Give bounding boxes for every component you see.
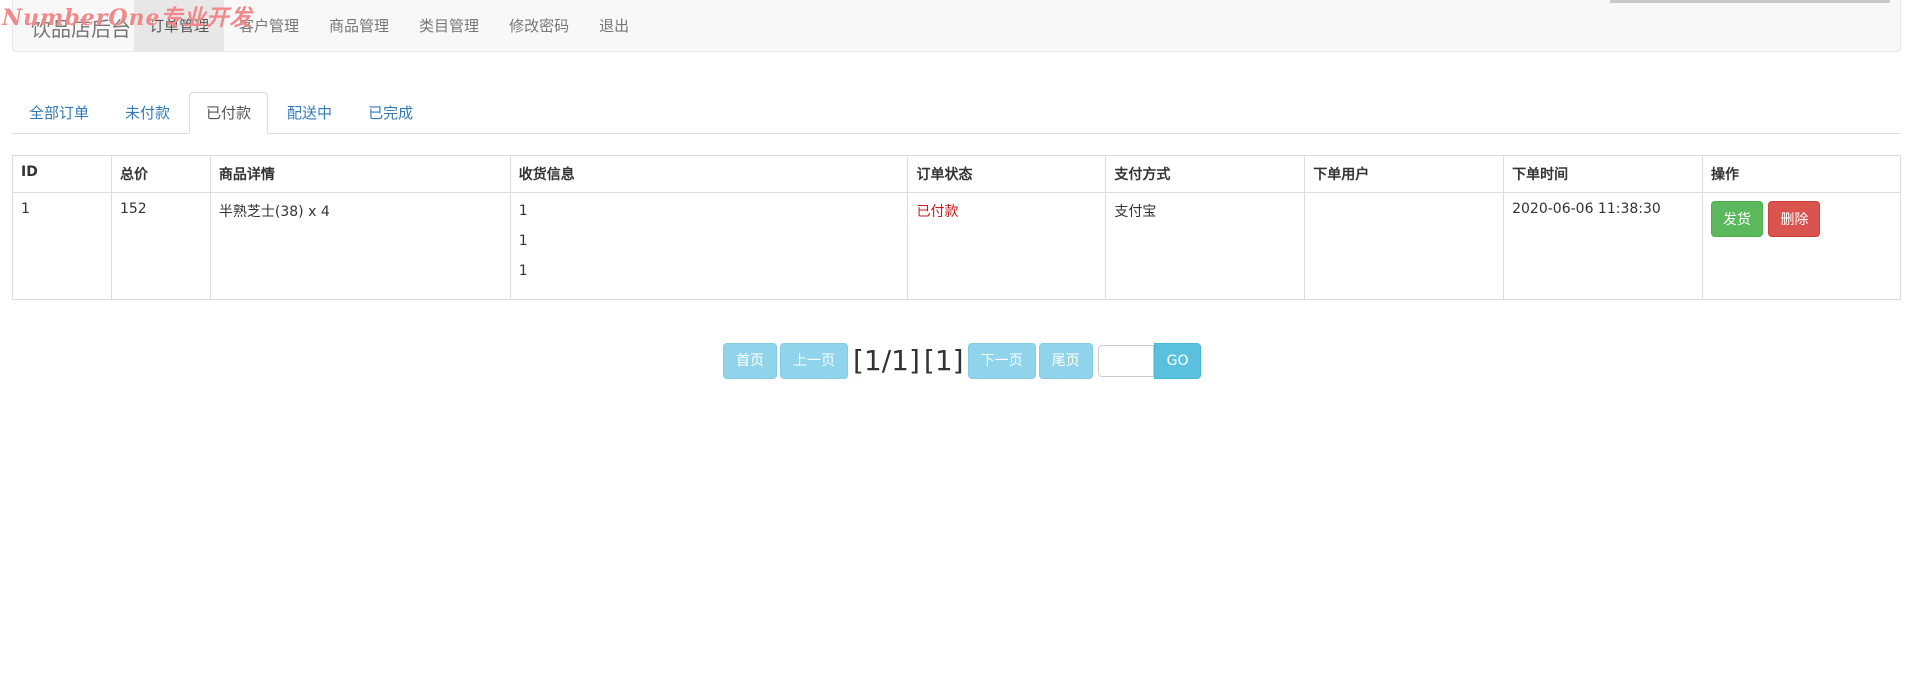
address-line: 1 xyxy=(518,203,528,219)
first-page-button[interactable]: 首页 xyxy=(723,343,777,379)
table-header-row: ID 总价 商品详情 收货信息 订单状态 支付方式 下单用户 下单时间 操作 xyxy=(12,155,1901,193)
prev-page-button[interactable]: 上一页 xyxy=(780,343,848,379)
cell-total: 152 xyxy=(110,192,211,300)
watermark: NumberOne专业开发 xyxy=(2,5,253,31)
nav-item-logout[interactable]: 退出 xyxy=(584,0,644,52)
cell-id: 1 xyxy=(12,192,112,300)
ship-button[interactable]: 发货 xyxy=(1711,201,1764,237)
top-navbar: 饮品店后台 订单管理 客户管理 商品管理 类目管理 修改密码 退出 xyxy=(12,0,1901,52)
orders-table: ID 总价 商品详情 收货信息 订单状态 支付方式 下单用户 下单时间 操作 1… xyxy=(12,155,1901,300)
status-badge: 已付款 xyxy=(916,204,959,220)
column-header-user: 下单用户 xyxy=(1304,155,1505,193)
nav-item-products[interactable]: 商品管理 xyxy=(314,0,404,52)
cell-address: 1 1 1 xyxy=(509,192,909,300)
page-number-input[interactable] xyxy=(1097,345,1154,377)
cell-user xyxy=(1304,192,1505,300)
nav-item-categories[interactable]: 类目管理 xyxy=(404,0,494,52)
cell-time: 2020-06-06 11:38:30 xyxy=(1503,192,1704,300)
cell-payment: 支付宝 xyxy=(1105,192,1306,300)
cell-detail: 半熟芝士(38) x 4 xyxy=(209,192,511,300)
column-header-payment: 支付方式 xyxy=(1105,155,1306,193)
column-header-total: 总价 xyxy=(110,155,211,193)
column-header-address: 收货信息 xyxy=(509,155,909,193)
pagination: 首页 上一页 [1/1] [1] 下一页 尾页 GO xyxy=(723,343,1202,379)
navbar-top-strip xyxy=(1610,0,1890,3)
column-header-id: ID xyxy=(12,155,112,193)
column-header-status: 订单状态 xyxy=(907,155,1107,193)
tab-delivering[interactable]: 配送中 xyxy=(270,92,349,133)
cell-actions: 发货 删除 xyxy=(1702,192,1901,300)
tab-completed[interactable]: 已完成 xyxy=(351,92,430,133)
next-page-button[interactable]: 下一页 xyxy=(967,343,1036,379)
address-line: 1 xyxy=(518,263,528,279)
tab-paid[interactable]: 已付款 xyxy=(189,92,269,134)
tab-unpaid[interactable]: 未付款 xyxy=(108,92,187,133)
go-button[interactable]: GO xyxy=(1153,343,1202,379)
table-row: 1 152 半熟芝士(38) x 4 1 1 1 已付款 支付宝 2020-06… xyxy=(12,192,1901,300)
address-line: 1 xyxy=(518,233,528,249)
column-header-actions: 操作 xyxy=(1702,155,1901,193)
page-indicator: [1/1] xyxy=(853,344,920,377)
last-page-button[interactable]: 尾页 xyxy=(1038,343,1093,379)
tab-all-orders[interactable]: 全部订单 xyxy=(12,92,106,133)
order-status-tabs: 全部订单 未付款 已付款 配送中 已完成 xyxy=(12,92,1901,134)
delete-button[interactable]: 删除 xyxy=(1768,201,1821,237)
nav-item-change-password[interactable]: 修改密码 xyxy=(494,0,584,52)
cell-status: 已付款 xyxy=(907,192,1107,300)
column-header-detail: 商品详情 xyxy=(209,155,511,193)
column-header-time: 下单时间 xyxy=(1503,155,1704,193)
total-pages: [1] xyxy=(923,344,964,377)
